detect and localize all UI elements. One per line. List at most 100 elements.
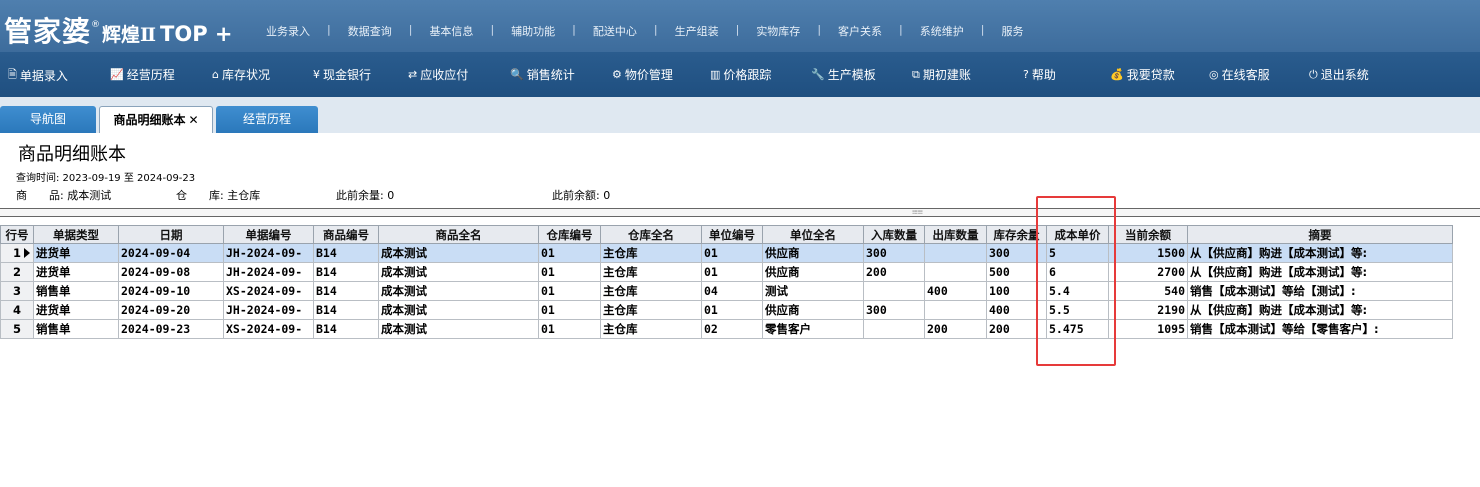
table-row[interactable]: 4 进货单 2024-09-20 JH-2024-09- B14 成本测试 01 主仓库 01 供… xyxy=(0,300,1453,320)
toolbar-button[interactable]: ⏻ 退出系统 xyxy=(1309,66,1369,83)
table-cell[interactable]: 进货单 xyxy=(33,300,119,320)
table-cell[interactable]: B14 xyxy=(313,262,379,282)
table-cell[interactable]: 2024-09-08 xyxy=(118,262,224,282)
toolbar-button[interactable]: ⚙ 物价管理 xyxy=(612,66,673,83)
tab-navigation[interactable]: 导航图 xyxy=(0,106,96,133)
toolbar-button[interactable]: ¥ 现金银行 xyxy=(313,66,371,83)
panel-splitter[interactable]: ⁝⁝⁝⁝⁝⁝⁝⁝ ⁝⁝⁝⁝⁝⁝⁝⁝ xyxy=(0,208,1480,217)
toolbar-button[interactable]: ? 帮助 xyxy=(1023,66,1056,83)
column-header[interactable]: 单位全名 xyxy=(762,225,864,244)
row-number-cell[interactable]: 5 xyxy=(0,319,34,339)
column-header[interactable]: 出库数量 xyxy=(924,225,987,244)
top-menu-item[interactable]: 客户关系 xyxy=(838,23,882,39)
table-cell[interactable]: 300 xyxy=(986,243,1047,263)
table-cell[interactable]: 销售单 xyxy=(33,281,119,301)
table-cell[interactable]: 2024-09-23 xyxy=(118,319,224,339)
column-header[interactable]: 日期 xyxy=(118,225,224,244)
table-cell[interactable] xyxy=(924,262,987,282)
column-header[interactable]: 商品全名 xyxy=(378,225,539,244)
table-cell[interactable]: 成本测试 xyxy=(378,262,539,282)
table-cell[interactable]: XS-2024-09- xyxy=(223,281,314,301)
table-cell[interactable]: 主仓库 xyxy=(600,262,702,282)
table-cell[interactable]: 主仓库 xyxy=(600,281,702,301)
toolbar-button[interactable]: 🗎 单据录入 xyxy=(8,66,68,85)
top-menu-item[interactable]: 系统维护 xyxy=(920,23,964,39)
table-cell[interactable]: 进货单 xyxy=(33,262,119,282)
table-cell[interactable]: 400 xyxy=(986,300,1047,320)
column-header[interactable]: 仓库全名 xyxy=(600,225,702,244)
table-cell[interactable]: XS-2024-09- xyxy=(223,319,314,339)
table-cell[interactable]: JH-2024-09- xyxy=(223,243,314,263)
column-header[interactable]: 仓库编号 xyxy=(538,225,601,244)
table-cell[interactable]: 01 xyxy=(538,300,601,320)
table-cell[interactable]: 2024-09-10 xyxy=(118,281,224,301)
table-cell[interactable]: 主仓库 xyxy=(600,243,702,263)
table-cell[interactable]: 成本测试 xyxy=(378,319,539,339)
table-row[interactable]: 5 销售单 2024-09-23 XS-2024-09- B14 成本测试 01 主仓库 02 零… xyxy=(0,319,1453,339)
table-cell[interactable]: 5.5 xyxy=(1046,300,1109,320)
table-cell[interactable]: 01 xyxy=(538,243,601,263)
table-cell[interactable]: 04 xyxy=(701,281,763,301)
row-number-cell[interactable]: 2 xyxy=(0,262,34,282)
toolbar-button[interactable]: ◎ 在线客服 xyxy=(1209,66,1270,83)
table-cell[interactable]: 成本测试 xyxy=(378,300,539,320)
table-cell[interactable]: 6 xyxy=(1046,262,1109,282)
table-cell[interactable]: 零售客户 xyxy=(762,319,864,339)
table-cell[interactable] xyxy=(924,300,987,320)
table-cell[interactable]: 成本测试 xyxy=(378,281,539,301)
table-cell[interactable]: 200 xyxy=(863,262,925,282)
top-menu-item[interactable]: 生产组装 xyxy=(675,23,719,39)
tab-product-ledger[interactable]: 商品明细账本 ✕ xyxy=(99,106,213,133)
table-cell[interactable]: B14 xyxy=(313,300,379,320)
top-menu-item[interactable]: 基本信息 xyxy=(429,23,473,39)
top-menu-item[interactable]: 辅助功能 xyxy=(511,23,555,39)
table-cell[interactable]: 01 xyxy=(701,262,763,282)
close-icon[interactable]: ✕ xyxy=(188,113,198,127)
top-menu-item[interactable]: 实物库存 xyxy=(756,23,800,39)
table-cell[interactable]: 5 xyxy=(1046,243,1109,263)
table-cell[interactable]: B14 xyxy=(313,319,379,339)
table-cell[interactable]: 2700 xyxy=(1108,262,1188,282)
table-cell[interactable]: 01 xyxy=(701,243,763,263)
table-cell[interactable]: 供应商 xyxy=(762,262,864,282)
column-header[interactable]: 摘要 xyxy=(1187,225,1453,244)
column-header[interactable]: 单据类型 xyxy=(33,225,119,244)
toolbar-button[interactable]: ⇄ 应收应付 xyxy=(408,66,468,83)
table-cell[interactable]: 进货单 xyxy=(33,243,119,263)
table-cell[interactable]: B14 xyxy=(313,243,379,263)
toolbar-button[interactable]: 🔍 销售统计 xyxy=(510,66,575,83)
table-cell[interactable]: 01 xyxy=(538,281,601,301)
table-cell[interactable]: 100 xyxy=(986,281,1047,301)
table-cell[interactable]: 成本测试 xyxy=(378,243,539,263)
table-cell[interactable]: JH-2024-09- xyxy=(223,262,314,282)
top-menu-item[interactable]: 配送中心 xyxy=(593,23,637,39)
column-header[interactable]: 单位编号 xyxy=(701,225,763,244)
table-cell[interactable]: 300 xyxy=(863,300,925,320)
table-cell[interactable]: 2190 xyxy=(1108,300,1188,320)
table-cell[interactable]: 销售单 xyxy=(33,319,119,339)
table-cell[interactable]: 测试 xyxy=(762,281,864,301)
table-cell[interactable]: 从【供应商】购进【成本测试】等: xyxy=(1187,300,1453,320)
column-header[interactable]: 行号 xyxy=(0,225,34,244)
column-header[interactable]: 商品编号 xyxy=(313,225,379,244)
toolbar-button[interactable]: ⧉ 期初建账 xyxy=(912,66,971,83)
table-cell[interactable]: 01 xyxy=(538,262,601,282)
toolbar-button[interactable]: 🔧 生产模板 xyxy=(811,66,876,83)
top-menu-item[interactable]: 服务 xyxy=(1001,23,1023,39)
column-header[interactable]: 库存余量 xyxy=(986,225,1047,244)
column-header[interactable]: 成本单价 xyxy=(1046,225,1109,244)
table-row[interactable]: 2 进货单 2024-09-08 JH-2024-09- B14 成本测试 01 主仓库 01 供… xyxy=(0,262,1453,282)
row-number-cell[interactable]: 1 xyxy=(0,243,34,263)
toolbar-button[interactable]: ⌂ 库存状况 xyxy=(212,66,270,83)
table-cell[interactable]: 从【供应商】购进【成本测试】等: xyxy=(1187,243,1453,263)
table-cell[interactable]: 200 xyxy=(924,319,987,339)
table-cell[interactable]: 供应商 xyxy=(762,243,864,263)
row-number-cell[interactable]: 3 xyxy=(0,281,34,301)
table-cell[interactable]: 200 xyxy=(986,319,1047,339)
table-cell[interactable]: 01 xyxy=(701,300,763,320)
table-cell[interactable]: 02 xyxy=(701,319,763,339)
toolbar-button[interactable]: 💰 我要贷款 xyxy=(1110,66,1175,83)
row-number-cell[interactable]: 4 xyxy=(0,300,34,320)
column-header[interactable]: 单据编号 xyxy=(223,225,314,244)
table-cell[interactable] xyxy=(863,281,925,301)
